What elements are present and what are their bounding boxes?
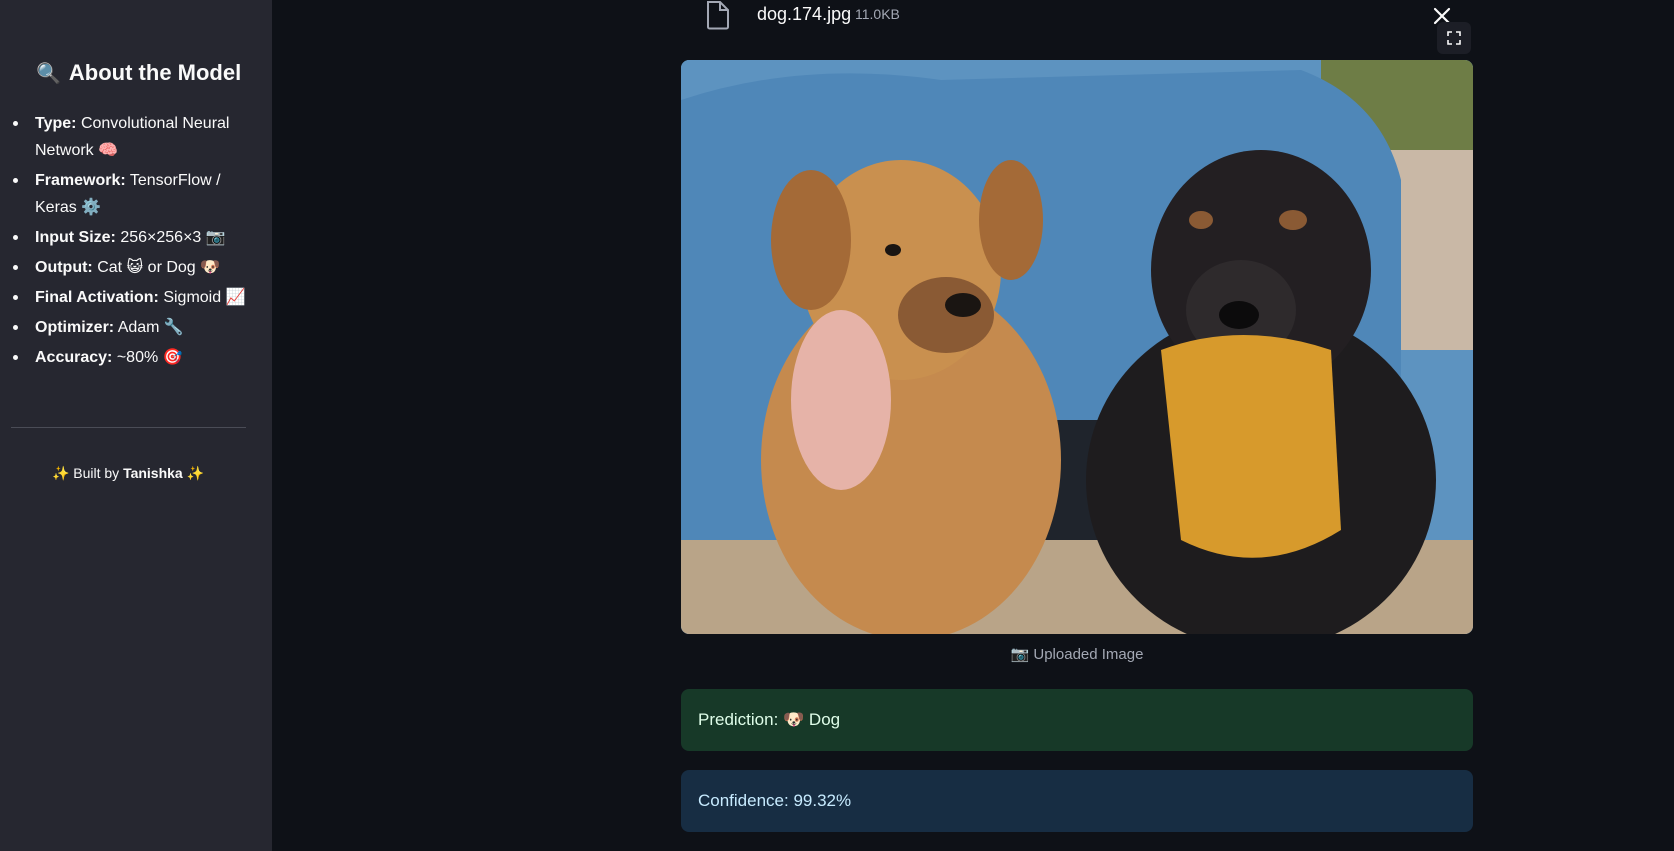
info-value: Sigmoid 📈 — [163, 289, 246, 306]
list-item: Type: Convolutional Neural Network 🧠 — [13, 110, 255, 164]
credit-prefix: ✨ Built by — [51, 465, 120, 481]
uploaded-file-row: dog.174.jpg 11.0KB — [705, 0, 1475, 34]
model-info-list: Type: Convolutional Neural Network 🧠 Fra… — [13, 110, 255, 374]
puppies-photo — [681, 60, 1473, 634]
list-item: Framework: TensorFlow / Keras ⚙️ — [13, 167, 255, 221]
list-item: Input Size: 256×256×3 📷 — [13, 224, 255, 251]
magnifier-icon: 🔍 — [36, 62, 61, 85]
info-value: Adam 🔧 — [117, 319, 184, 336]
list-item: Optimizer: Adam 🔧 — [13, 314, 255, 341]
file-name: dog.174.jpg — [757, 4, 852, 24]
info-label: Final Activation: — [35, 289, 159, 306]
sidebar: 🔍 About the Model Type: Convolutional Ne… — [0, 0, 272, 851]
sidebar-divider — [11, 427, 246, 428]
info-label: Type: — [35, 115, 77, 132]
info-label: Accuracy: — [35, 349, 113, 366]
credit-line: ✨ Built by Tanishka ✨ — [0, 465, 256, 482]
info-label: Optimizer: — [35, 319, 115, 336]
fullscreen-button[interactable] — [1437, 22, 1471, 54]
list-item: Accuracy: ~80% 🎯 — [13, 344, 255, 371]
uploaded-image — [681, 60, 1473, 634]
image-caption: 📷 Uploaded Image — [1010, 646, 1144, 663]
list-item: Final Activation: Sigmoid 📈 — [13, 284, 255, 311]
credit-suffix: ✨ — [186, 465, 205, 481]
list-item: Output: Cat 😺 or Dog 🐶 — [13, 254, 255, 281]
info-label: Framework: — [35, 172, 126, 189]
confidence-text: Confidence: 99.32% — [698, 791, 852, 810]
file-size: 11.0KB — [855, 6, 900, 22]
file-icon — [705, 0, 731, 35]
info-label: Output: — [35, 259, 93, 276]
sidebar-title-text: About the Model — [68, 60, 242, 85]
prediction-text: Prediction: 🐶 Dog — [698, 710, 841, 729]
info-value: ~80% 🎯 — [116, 349, 183, 366]
credit-author: Tanishka — [123, 465, 183, 481]
info-label: Input Size: — [35, 229, 116, 246]
expand-icon — [1447, 31, 1461, 45]
prediction-alert: Prediction: 🐶 Dog — [681, 689, 1473, 751]
info-value: 256×256×3 📷 — [120, 229, 226, 246]
sidebar-title: 🔍 About the Model — [36, 60, 241, 86]
confidence-alert: Confidence: 99.32% — [681, 770, 1473, 832]
info-value: Cat 😺 or Dog 🐶 — [97, 259, 221, 276]
